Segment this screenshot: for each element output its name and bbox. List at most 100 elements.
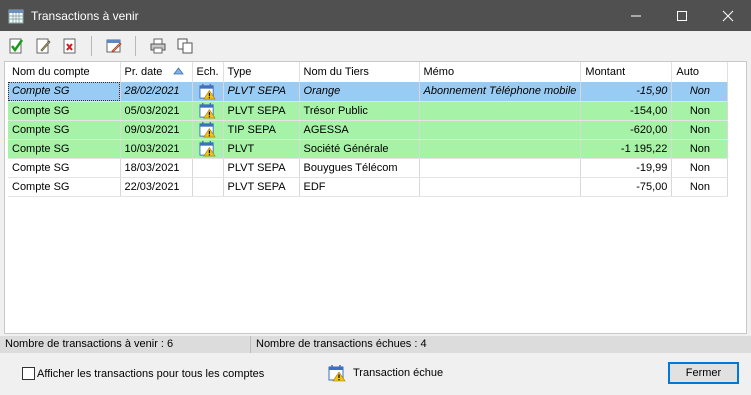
cell-auto: Non — [671, 101, 729, 121]
col-header-account[interactable]: Nom du compte — [8, 62, 121, 82]
cell-memo — [419, 120, 582, 140]
toolbar-separator — [135, 36, 136, 56]
cell-payee: Société Générale — [299, 139, 420, 159]
cell-memo — [419, 177, 582, 197]
cell-amount: -620,00 — [580, 120, 673, 140]
cell-amount: -75,00 — [580, 177, 673, 197]
close-button[interactable]: Fermer — [668, 362, 739, 384]
due-count-text: Nombre de transactions échues : 4 — [256, 338, 427, 350]
cell-type: PLVT SEPA — [223, 158, 300, 178]
cell-due — [192, 101, 224, 121]
cell-account: Compte SG — [8, 139, 121, 159]
due-calendar-warning-icon — [199, 121, 216, 138]
cell-date: 09/03/2021 — [120, 120, 193, 140]
col-header-date[interactable]: Pr. date — [120, 62, 193, 82]
table-header-row: Nom du compte Pr. date Ech. Type Nom du … — [8, 62, 729, 82]
table-row[interactable]: Compte SG 05/03/2021 PLVT SEPA Trésor Publi… — [8, 101, 729, 121]
col-header-auto[interactable]: Auto — [671, 62, 729, 82]
cell-amount: -15,90 — [580, 82, 673, 102]
cell-memo — [419, 139, 582, 159]
calendar-grid-icon — [8, 9, 24, 23]
edit-transaction-button[interactable] — [32, 35, 54, 57]
title-bar: Transactions à venir — [0, 0, 751, 31]
close-window-button[interactable] — [705, 0, 751, 31]
cell-type: PLVT SEPA — [223, 177, 300, 197]
col-header-due[interactable]: Ech. — [192, 62, 224, 82]
due-legend-label: Transaction échue — [353, 367, 444, 379]
cell-auto: Non — [671, 158, 729, 178]
col-header-type[interactable]: Type — [223, 62, 300, 82]
cell-payee: AGESSA — [299, 120, 420, 140]
cell-account: Compte SG — [8, 82, 121, 102]
cell-memo — [419, 101, 582, 121]
checked-document-icon — [9, 38, 24, 54]
cell-auto: Non — [671, 139, 729, 159]
cell-date: 10/03/2021 — [120, 139, 193, 159]
toolbar-separator — [91, 36, 92, 56]
cell-date: 22/03/2021 — [120, 177, 193, 197]
pencil-document-icon — [36, 38, 51, 54]
cell-account: Compte SG — [8, 177, 121, 197]
table-row[interactable]: Compte SG 10/03/2021 PLVT Société Générale -… — [8, 139, 729, 159]
cell-account: Compte SG — [8, 101, 121, 121]
cell-auto: Non — [671, 177, 729, 197]
table-row[interactable]: Compte SG 28/02/2021 PLVT SEPA Orange Abonne… — [8, 82, 729, 102]
cell-auto: Non — [671, 120, 729, 140]
schedule-edit-button[interactable] — [103, 35, 125, 57]
maximize-button[interactable] — [659, 0, 705, 31]
cell-due — [192, 82, 224, 102]
cell-due — [192, 120, 224, 140]
cell-type: PLVT SEPA — [223, 82, 300, 102]
copy-icon — [177, 38, 193, 54]
cell-payee: Orange — [299, 82, 420, 102]
cell-type: TIP SEPA — [223, 120, 300, 140]
show-all-accounts-checkbox-row[interactable]: Afficher les transactions pour tous les … — [22, 367, 264, 380]
calendar-edit-icon — [106, 39, 122, 53]
col-header-payee[interactable]: Nom du Tiers — [299, 62, 420, 82]
validate-transaction-button[interactable] — [5, 35, 27, 57]
cell-payee: EDF — [299, 177, 420, 197]
table-row[interactable]: Compte SG 09/03/2021 TIP SEPA AGESSA -620,00… — [8, 120, 729, 140]
due-calendar-warning-icon — [199, 83, 216, 100]
cell-date: 05/03/2021 — [120, 101, 193, 121]
transactions-grid[interactable]: Nom du compte Pr. date Ech. Type Nom du … — [4, 61, 747, 334]
sort-ascending-icon — [172, 67, 184, 75]
cell-memo: Abonnement Téléphone mobile — [419, 82, 582, 102]
print-button[interactable] — [147, 35, 169, 57]
cell-auto: Non — [671, 82, 729, 102]
table-row[interactable]: Compte SG 18/03/2021 PLVT SEPA Bouygues Tél… — [8, 158, 729, 178]
minimize-icon — [631, 15, 641, 16]
col-header-amount[interactable]: Montant — [580, 62, 673, 82]
cell-amount: -154,00 — [580, 101, 673, 121]
cell-amount: -1 195,22 — [580, 139, 673, 159]
cell-payee: Bouygues Télécom — [299, 158, 420, 178]
status-separator — [250, 336, 251, 353]
dialog-footer: Afficher les transactions pour tous les … — [0, 353, 751, 395]
close-icon — [722, 10, 734, 21]
cell-memo — [419, 158, 582, 178]
minimize-button[interactable] — [613, 0, 659, 31]
col-header-date-label: Pr. date — [124, 66, 163, 78]
cell-account: Compte SG — [8, 158, 121, 178]
show-all-accounts-checkbox[interactable] — [22, 367, 35, 380]
toolbar — [0, 31, 751, 61]
printer-icon — [150, 38, 166, 54]
status-bar: Nombre de transactions à venir : 6 Nombr… — [0, 336, 751, 353]
window-title: Transactions à venir — [31, 8, 139, 23]
due-calendar-warning-icon — [199, 140, 216, 157]
due-calendar-warning-icon — [199, 102, 216, 119]
x-document-icon — [63, 38, 76, 54]
cell-payee: Trésor Public — [299, 101, 420, 121]
cell-type: PLVT SEPA — [223, 101, 300, 121]
table-row[interactable]: Compte SG 22/03/2021 PLVT SEPA EDF -75,00 Non — [8, 177, 729, 197]
cell-due — [192, 158, 224, 178]
cell-due — [192, 177, 224, 197]
cell-account: Compte SG — [8, 120, 121, 140]
cell-type: PLVT — [223, 139, 300, 159]
copy-button[interactable] — [174, 35, 196, 57]
delete-transaction-button[interactable] — [59, 35, 81, 57]
maximize-icon — [677, 10, 687, 21]
cell-date: 18/03/2021 — [120, 158, 193, 178]
col-header-memo[interactable]: Mémo — [419, 62, 582, 82]
upcoming-count-text: Nombre de transactions à venir : 6 — [5, 338, 174, 350]
